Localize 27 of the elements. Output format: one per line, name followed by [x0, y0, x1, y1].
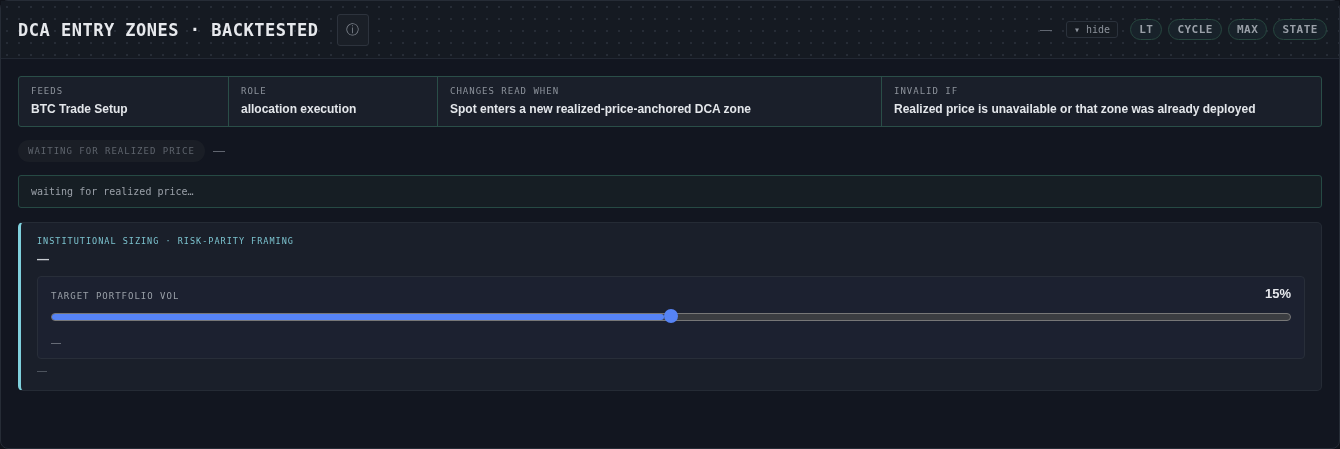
- slider-fill[interactable]: [52, 314, 664, 320]
- note-text: —: [37, 365, 48, 376]
- slider-reading: 15%: [1264, 286, 1291, 301]
- hide-button[interactable]: ▾ hide: [1066, 21, 1119, 38]
- fact-value: allocation execution: [241, 102, 358, 116]
- range-pill[interactable]: LT: [1130, 19, 1163, 40]
- fact-label: FEEDS: [31, 86, 65, 96]
- status-badge: WAITING FOR REALIZED PRICE: [18, 140, 205, 162]
- section-title: INSTITUTIONAL SIZING · RISK-PARITY FRAMING: [37, 236, 295, 246]
- fact-label: CHANGES READ WHEN: [450, 86, 561, 96]
- message-box: waiting for realized price…: [18, 175, 1322, 208]
- range-pill[interactable]: MAX: [1228, 19, 1268, 40]
- dash-text: —: [1040, 22, 1052, 37]
- fact-value: Realized price is unavailable or that zone was already deployed: [894, 102, 1257, 116]
- fact-value: BTC Trade Setup: [31, 102, 129, 116]
- panel-title: DCA ENTRY ZONES · BACKTESTED: [18, 19, 319, 40]
- fact-value: Spot enters a new realized-price-anchored DCA zone: [450, 102, 752, 116]
- fact-label: ROLE: [241, 86, 268, 96]
- note-text: —: [51, 337, 62, 348]
- fact-label: INVALID IF: [894, 86, 960, 96]
- range-pill[interactable]: STATE: [1273, 19, 1327, 40]
- range-pill[interactable]: CYCLE: [1168, 19, 1222, 40]
- info-button[interactable]: ⓘ: [336, 13, 369, 46]
- slider-label: TARGET PORTFOLIO VOL: [51, 291, 180, 301]
- dash-text: —: [212, 144, 225, 158]
- slider-thumb[interactable]: [664, 309, 678, 323]
- value-text: —: [37, 252, 50, 266]
